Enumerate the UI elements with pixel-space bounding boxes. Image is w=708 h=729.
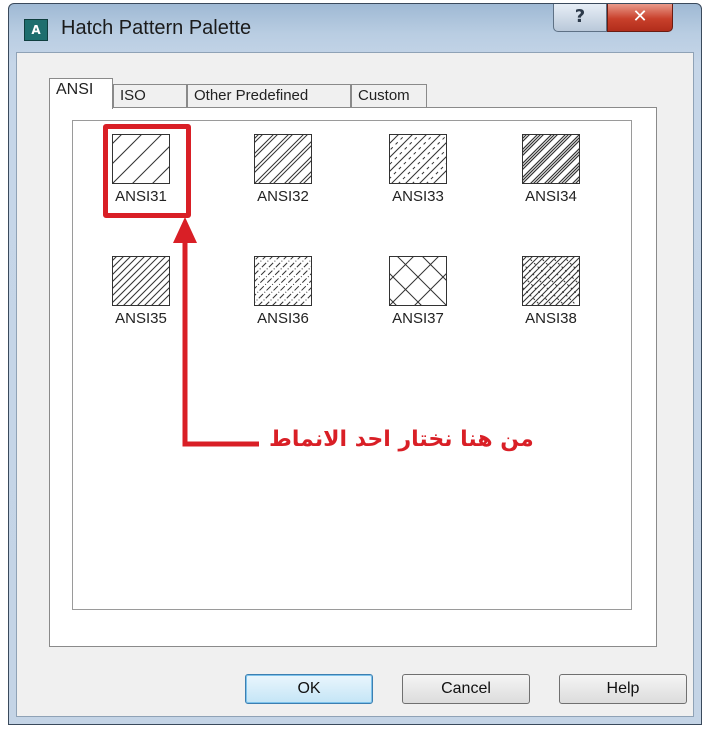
help-title-button[interactable]: ? xyxy=(553,4,607,32)
cancel-button[interactable]: Cancel xyxy=(402,674,530,704)
hatch-pattern-palette-window: A Hatch Pattern Palette ? ✕ ANSI ISO Oth… xyxy=(8,3,702,725)
dialog-client-area: ANSI ISO Other Predefined Custom ANSI31 … xyxy=(16,52,694,717)
help-button[interactable]: Help xyxy=(559,674,687,704)
ansi-tab-panel: ANSI31 ANSI32 ANSI33 ANSI34 ANSI35 ANSI3… xyxy=(49,107,657,647)
annotation-text: من هنا نختار احد الانماط xyxy=(269,427,534,452)
window-title: Hatch Pattern Palette xyxy=(61,17,252,39)
title-bar[interactable]: A Hatch Pattern Palette ? ✕ xyxy=(9,4,701,56)
ok-button[interactable]: OK xyxy=(245,674,373,704)
tab-other-predefined[interactable]: Other Predefined xyxy=(187,84,351,108)
close-button[interactable]: ✕ xyxy=(607,4,673,32)
pattern-grid: ANSI31 ANSI32 ANSI33 ANSI34 ANSI35 ANSI3… xyxy=(72,120,632,610)
annotation-arrow xyxy=(173,217,259,447)
tab-custom[interactable]: Custom xyxy=(351,84,427,108)
tab-iso[interactable]: ISO xyxy=(113,84,187,108)
title-bar-buttons: ? ✕ xyxy=(553,4,673,36)
tab-ansi[interactable]: ANSI xyxy=(49,78,113,109)
autocad-icon: A xyxy=(24,19,48,41)
